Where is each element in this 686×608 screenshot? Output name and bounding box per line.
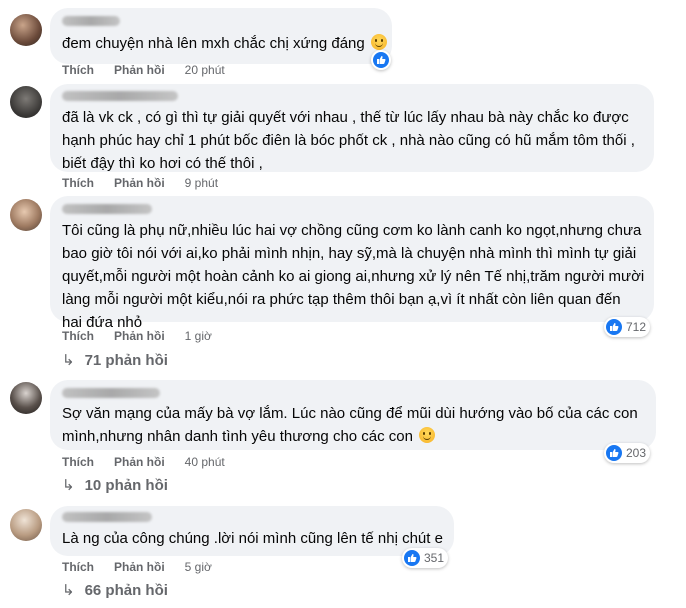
reaction-badge[interactable]: 712 bbox=[604, 317, 651, 337]
comment-actions: Thích Phản hồi 9 phút bbox=[62, 176, 218, 190]
timestamp[interactable]: 20 phút bbox=[185, 63, 225, 77]
reaction-badge[interactable] bbox=[371, 50, 391, 70]
timestamp[interactable]: 9 phút bbox=[185, 176, 218, 190]
reply-arrow-icon: ↳ bbox=[62, 352, 75, 369]
comment-text: Sợ văn mạng của mấy bà vợ lắm. Lúc nào c… bbox=[62, 405, 638, 445]
reply-button[interactable]: Phản hồi bbox=[114, 176, 165, 190]
replies-count: 71 phản hồi bbox=[84, 351, 168, 369]
reply-button[interactable]: Phản hồi bbox=[114, 455, 165, 469]
like-button[interactable]: Thích bbox=[62, 560, 94, 574]
smiling-face-icon bbox=[419, 427, 436, 443]
reply-arrow-icon: ↳ bbox=[62, 582, 75, 599]
smiling-face-icon bbox=[370, 34, 387, 50]
reaction-badge[interactable]: 351 bbox=[402, 548, 449, 568]
reply-arrow-icon: ↳ bbox=[62, 477, 75, 494]
author-name-redacted[interactable] bbox=[62, 388, 160, 398]
like-reaction-icon bbox=[404, 550, 420, 566]
avatar[interactable] bbox=[10, 382, 42, 414]
author-name-redacted[interactable] bbox=[62, 204, 152, 214]
reaction-count: 712 bbox=[626, 320, 647, 334]
comment-text: Tôi cũng là phụ nữ,nhiều lúc hai vợ chồn… bbox=[62, 222, 645, 331]
view-replies-link[interactable]: ↳ 10 phản hồi bbox=[62, 476, 168, 495]
reply-button[interactable]: Phản hồi bbox=[114, 63, 165, 77]
author-name-redacted[interactable] bbox=[62, 512, 152, 522]
timestamp[interactable]: 40 phút bbox=[185, 455, 225, 469]
reaction-badge[interactable]: 203 bbox=[604, 443, 651, 463]
like-button[interactable]: Thích bbox=[62, 176, 94, 190]
avatar[interactable] bbox=[10, 86, 42, 118]
like-button[interactable]: Thích bbox=[62, 63, 94, 77]
comment-text: đem chuyện nhà lên mxh chắc chị xứng đán… bbox=[62, 32, 387, 55]
reaction-count: 203 bbox=[626, 446, 647, 460]
timestamp[interactable]: 1 giờ bbox=[185, 329, 212, 343]
author-name-redacted[interactable] bbox=[62, 16, 120, 26]
comment-text: Là ng của công chúng .lời nói mình cũng … bbox=[62, 530, 443, 547]
avatar[interactable] bbox=[10, 14, 42, 46]
replies-count: 10 phản hồi bbox=[84, 476, 168, 494]
view-replies-link[interactable]: ↳ 66 phản hồi bbox=[62, 581, 168, 600]
replies-count: 66 phản hồi bbox=[84, 581, 168, 599]
comment-actions: Thích Phản hồi 1 giờ bbox=[62, 329, 212, 343]
like-reaction-icon bbox=[606, 445, 622, 461]
author-name-redacted[interactable] bbox=[62, 91, 178, 101]
timestamp[interactable]: 5 giờ bbox=[185, 560, 212, 574]
avatar[interactable] bbox=[10, 199, 42, 231]
like-reaction-icon bbox=[606, 319, 622, 335]
like-button[interactable]: Thích bbox=[62, 329, 94, 343]
comment-text: đã là vk ck , có gì thì tự giải quyết vớ… bbox=[62, 109, 635, 172]
reply-button[interactable]: Phản hồi bbox=[114, 329, 165, 343]
like-reaction-icon bbox=[373, 52, 389, 68]
like-button[interactable]: Thích bbox=[62, 455, 94, 469]
view-replies-link[interactable]: ↳ 71 phản hồi bbox=[62, 351, 168, 370]
avatar[interactable] bbox=[10, 509, 42, 541]
reaction-count: 351 bbox=[424, 551, 445, 565]
comment-actions: Thích Phản hồi 40 phút bbox=[62, 455, 225, 469]
reply-button[interactable]: Phản hồi bbox=[114, 560, 165, 574]
comment-actions: Thích Phản hồi 5 giờ bbox=[62, 560, 212, 574]
comment-actions: Thích Phản hồi 20 phút bbox=[62, 63, 225, 77]
